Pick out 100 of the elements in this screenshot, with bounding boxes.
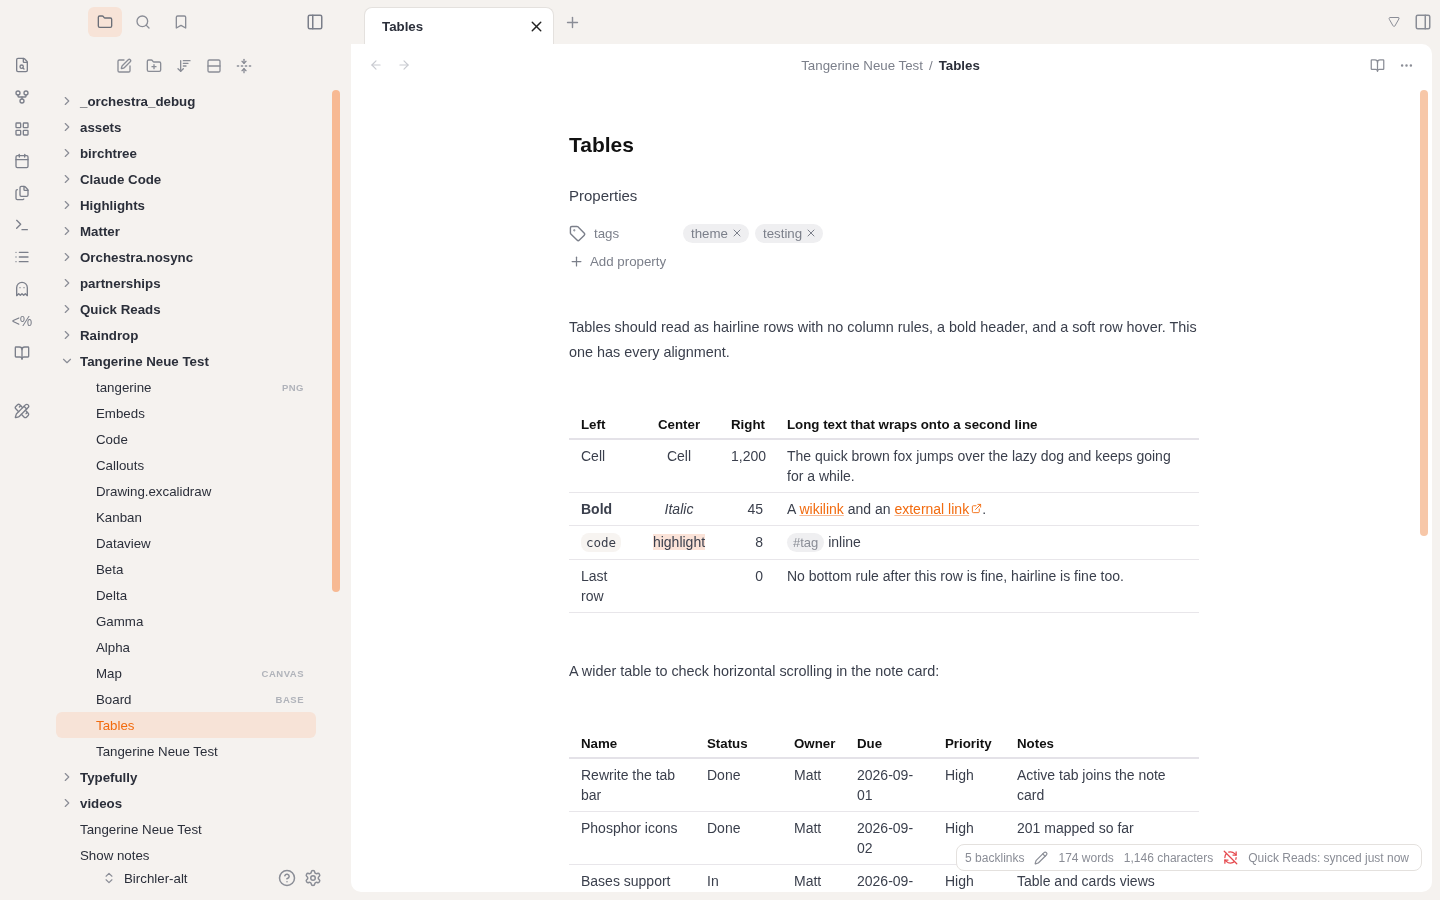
external-link-icon[interactable] [971,503,983,514]
tag-pill[interactable]: testing [754,223,824,243]
file-type-label: BASE [275,693,304,705]
sidebar-toggle-icon[interactable] [306,13,324,31]
folder-item[interactable]: Raindrop [56,322,316,348]
folder-tab[interactable] [88,7,122,37]
file-item[interactable]: Kanban [56,504,316,530]
right-sidebar-icon[interactable] [1414,13,1432,31]
item-label: Dataview [96,535,151,551]
file-item[interactable]: Gamma [56,608,316,634]
file-item[interactable]: Map CANVAS [56,660,316,686]
table-cell: High [933,758,1005,812]
folder-item[interactable]: Typefully [56,764,316,790]
word-count: 174 words [1058,850,1114,865]
file-item[interactable]: Tangerine Neue Test [56,738,316,764]
calendar-icon[interactable] [12,151,32,171]
table-cell: Last row [569,559,639,613]
plus-icon[interactable] [569,254,584,269]
template-glyph[interactable]: <% [12,311,32,331]
item-label: Tangerine Neue Test [96,743,218,759]
item-label: Show notes [80,847,150,863]
item-label: tangerine [96,379,152,395]
item-label: Delta [96,587,128,603]
file-item[interactable]: Tangerine Neue Test [56,816,316,842]
table-cell: Done [695,758,782,812]
folder-item[interactable]: Highlights [56,192,316,218]
folder-item[interactable]: assets [56,114,316,140]
file-item[interactable]: Beta [56,556,316,582]
folder-icon[interactable] [97,14,113,30]
item-label: Code [96,431,128,447]
item-label: Claude Code [80,171,162,187]
sync-off-icon[interactable] [1223,850,1239,865]
table-cell: Matt [782,758,845,812]
table-cell: Cell [639,439,719,493]
sort-icon[interactable] [176,58,192,74]
file-item[interactable]: Board BASE [56,686,316,712]
bookmark-icon[interactable] [173,14,189,30]
item-label: Drawing.excalidraw [96,483,212,499]
column-header: Right [719,411,775,439]
folder-item[interactable]: partnerships [56,270,316,296]
item-label: Embeds [96,405,145,421]
folder-item[interactable]: Claude Code [56,166,316,192]
item-label: Gamma [96,613,144,629]
search-icon[interactable] [135,14,151,30]
file-item[interactable]: Delta [56,582,316,608]
files-icon[interactable] [12,183,32,203]
properties-heading: Properties [569,187,639,204]
add-property-button[interactable]: Add property [569,254,667,269]
new-note-icon[interactable] [116,58,132,74]
folder-item[interactable]: Orchestra.nosync [56,244,316,270]
help-icon[interactable] [278,869,296,887]
grid-icon[interactable] [12,119,32,139]
breadcrumb-current[interactable]: Tables [938,57,980,73]
column-header: Status [695,730,782,758]
collapse-icon[interactable] [236,58,252,74]
breadcrumb-folder[interactable]: Tangerine Neue Test [801,57,923,73]
item-label: _orchestra_debug [80,93,196,109]
column-header: Notes [1005,730,1199,758]
file-type-label: PNG [281,381,304,393]
folder-item[interactable]: Quick Reads [56,296,316,322]
table-cell: Phosphor icons [569,811,695,865]
reading-view-icon[interactable] [1370,57,1385,73]
graph-icon[interactable] [12,87,32,107]
file-item[interactable]: Dataview [56,530,316,556]
tag-icon [569,224,586,242]
tools-icon[interactable] [12,401,32,421]
scrollbar-thumb[interactable] [1420,90,1428,536]
folder-item[interactable]: videos [56,790,316,816]
folder-item[interactable]: birchtree [56,140,316,166]
tab-list-icon[interactable] [1388,16,1400,28]
vault-name[interactable]: Birchler-alt [124,870,270,886]
file-item[interactable]: Drawing.excalidraw [56,478,316,504]
new-folder-icon[interactable] [146,58,162,74]
folder-item[interactable]: _orchestra_debug [56,88,316,114]
file-item[interactable]: Show notes [56,842,316,864]
settings-icon[interactable] [304,869,322,887]
forward-icon[interactable] [397,58,411,72]
item-label: Typefully [80,769,138,785]
file-item[interactable]: Embeds [56,400,316,426]
table-cell: Matt [782,864,845,892]
sync-status[interactable]: Quick Reads: synced just now [1248,850,1409,865]
file-item[interactable]: Code [56,426,316,452]
table-cell: 0 [719,559,775,613]
file-item[interactable]: Alpha [56,634,316,660]
table-cell: 45 [719,492,775,526]
pencil-icon[interactable] [1034,850,1049,865]
folder-item[interactable]: Tangerine Neue Test [56,348,316,374]
file-item[interactable]: tangerine PNG [56,374,316,400]
scrollbar-thumb[interactable] [332,90,340,592]
file-item[interactable]: Callouts [56,452,316,478]
tag-pill[interactable]: theme [683,223,749,243]
rows-icon[interactable] [206,58,222,74]
item-label: Alpha [96,639,130,655]
folder-item[interactable]: Matter [56,218,316,244]
table-cell: 8 [719,525,775,560]
back-icon[interactable] [369,58,383,72]
table-cell: No bottom rule after this row is fine, hairline is fine too. [775,559,1199,613]
table-cell: highlight [639,525,719,560]
item-label: Beta [96,561,124,577]
note-tab[interactable]: Tables [364,7,554,44]
